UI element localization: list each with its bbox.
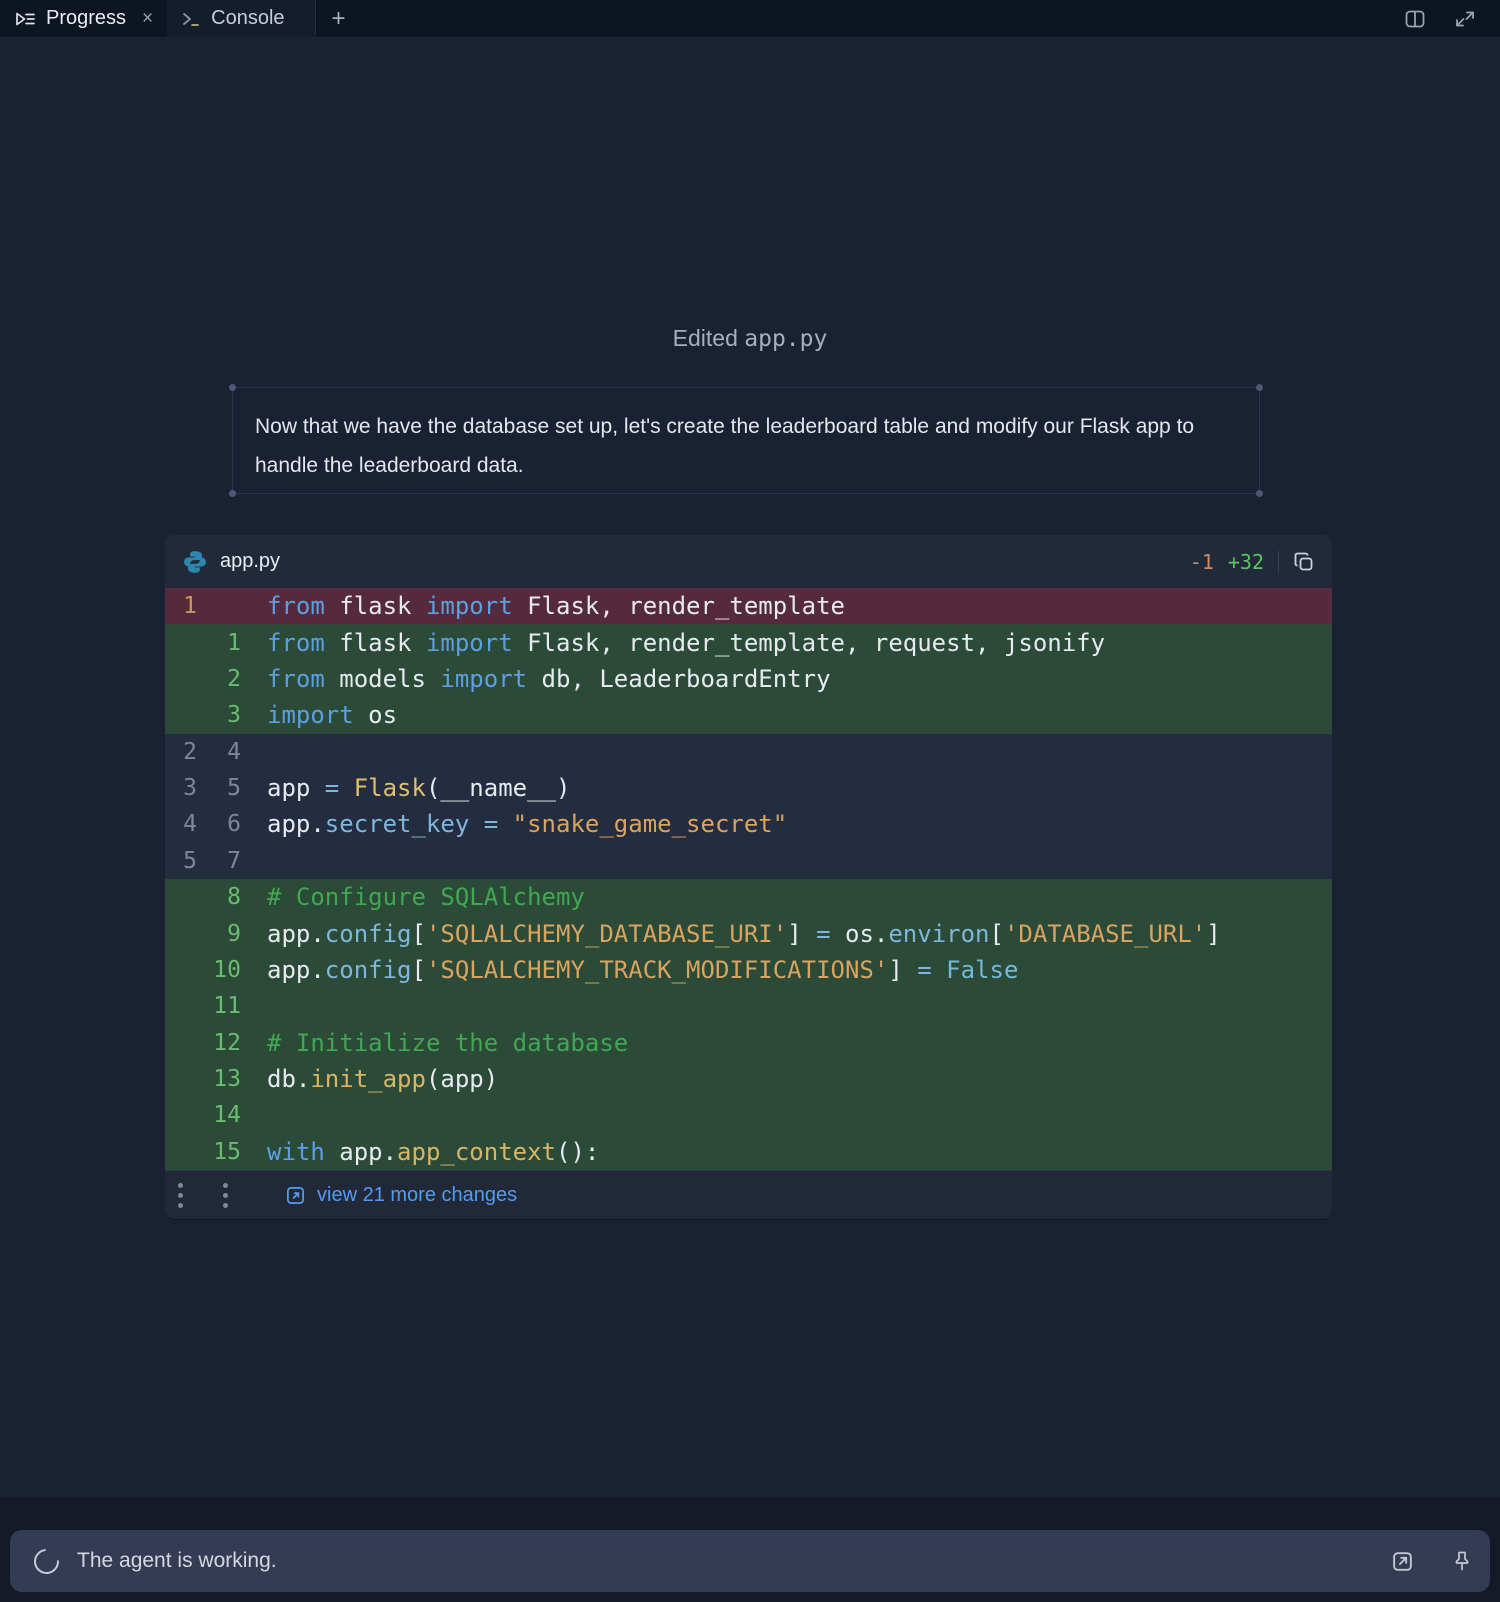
close-icon[interactable]: × <box>142 9 153 28</box>
old-line-number: 4 <box>165 811 197 837</box>
new-line-number: 5 <box>197 775 241 801</box>
code-line: app.config['SQLALCHEMY_DATABASE_URI'] = … <box>267 920 1221 948</box>
additions-count: +32 <box>1228 550 1264 574</box>
view-more-changes-label: view 21 more changes <box>317 1184 517 1207</box>
code-line: import os <box>267 701 397 729</box>
event-title: Edited app.py <box>0 325 1500 352</box>
diff-rows: 1 from flask import Flask, render_templat… <box>165 588 1332 1170</box>
diff-row: 11 <box>165 988 1332 1024</box>
new-line-number: 10 <box>197 957 241 983</box>
terminal-icon <box>181 10 201 28</box>
new-line-number: 6 <box>197 811 241 837</box>
diff-row: 9 app.config['SQLALCHEMY_DATABASE_URI'] =… <box>165 915 1332 951</box>
divider <box>1278 551 1279 573</box>
new-line-number: 11 <box>197 993 241 1019</box>
new-line-number: 9 <box>197 921 241 947</box>
old-line-number: 5 <box>165 848 197 874</box>
agent-message-box: Now that we have the database set up, le… <box>232 387 1260 494</box>
corner-dot <box>229 384 236 391</box>
code-line: with app.app_context(): <box>267 1138 599 1166</box>
new-line-number: 12 <box>197 1030 241 1056</box>
status-bar: The agent is working. <box>10 1530 1490 1592</box>
tab-progress[interactable]: Progress × <box>0 0 167 37</box>
new-line-number: 14 <box>197 1102 241 1128</box>
view-more-changes-link[interactable]: view 21 more changes <box>285 1184 517 1207</box>
event-title-prefix: Edited <box>673 325 745 351</box>
code-line: from models import db, LeaderboardEntry <box>267 665 831 693</box>
more-options-icon <box>178 1183 183 1208</box>
diff-row: 1 from flask import Flask, render_templat… <box>165 624 1332 660</box>
python-icon <box>182 549 208 575</box>
agent-message-text: Now that we have the database set up, le… <box>255 407 1237 485</box>
more-options-icon <box>223 1183 228 1208</box>
diff-filename: app.py <box>220 550 280 573</box>
event-title-filename: app.py <box>744 326 827 352</box>
copy-icon[interactable] <box>1293 551 1315 573</box>
code-line: db.init_app(app) <box>267 1065 498 1093</box>
code-line: app.secret_key = "snake_game_secret" <box>267 810 787 838</box>
diff-row: 15 with app.app_context(): <box>165 1134 1332 1170</box>
diff-row: 8 # Configure SQLAlchemy <box>165 879 1332 915</box>
diff-row: 13 db.init_app(app) <box>165 1061 1332 1097</box>
diff-row: 57 <box>165 843 1332 879</box>
diff-card: app.py -1 +32 1 from flask import Flask, … <box>165 535 1332 1219</box>
split-view-icon[interactable] <box>1404 9 1426 29</box>
tab-bar: Progress × Console + <box>0 0 1500 38</box>
old-line-number: 3 <box>165 775 197 801</box>
new-line-number: 13 <box>197 1066 241 1092</box>
diff-row: 3 import os <box>165 697 1332 733</box>
diff-card-footer: view 21 more changes <box>165 1170 1332 1219</box>
code-line: from flask import Flask, render_template <box>267 592 845 620</box>
spinner-icon <box>29 1543 64 1578</box>
new-tab-button[interactable]: + <box>316 0 362 37</box>
new-line-number: 1 <box>197 630 241 656</box>
diff-row: 1 from flask import Flask, render_templat… <box>165 588 1332 624</box>
diff-row: 2 from models import db, LeaderboardEntry <box>165 661 1332 697</box>
code-line: # Configure SQLAlchemy <box>267 883 585 911</box>
diff-row: 46 app.secret_key = "snake_game_secret" <box>165 806 1332 842</box>
corner-dot <box>1256 490 1263 497</box>
progress-list-icon <box>14 9 36 29</box>
diff-row: 35 app = Flask(__name__) <box>165 770 1332 806</box>
diff-row: 24 <box>165 734 1332 770</box>
new-line-number: 15 <box>197 1139 241 1165</box>
diff-row: 12 # Initialize the database <box>165 1025 1332 1061</box>
new-line-number: 7 <box>197 848 241 874</box>
expand-icon[interactable] <box>1454 9 1476 29</box>
corner-dot <box>229 490 236 497</box>
diff-row: 10 app.config['SQLALCHEMY_TRACK_MODIFICAT… <box>165 952 1332 988</box>
open-external-icon <box>285 1185 306 1206</box>
code-line: # Initialize the database <box>267 1029 628 1057</box>
diff-card-header: app.py -1 +32 <box>165 535 1332 588</box>
old-line-number: 2 <box>165 739 197 765</box>
tab-label: Progress <box>46 7 126 30</box>
open-external-icon[interactable] <box>1391 1550 1414 1573</box>
old-line-number: 1 <box>165 593 197 619</box>
status-text: The agent is working. <box>77 1549 277 1573</box>
code-line: app = Flask(__name__) <box>267 774 570 802</box>
new-line-number: 2 <box>197 666 241 692</box>
code-line: app.config['SQLALCHEMY_TRACK_MODIFICATIO… <box>267 956 1018 984</box>
pin-icon[interactable] <box>1452 1550 1472 1572</box>
diff-row: 14 <box>165 1097 1332 1133</box>
new-line-number: 4 <box>197 739 241 765</box>
new-line-number: 3 <box>197 702 241 728</box>
code-line: from flask import Flask, render_template… <box>267 629 1105 657</box>
tab-console[interactable]: Console <box>167 0 315 37</box>
new-line-number: 8 <box>197 884 241 910</box>
tab-label: Console <box>211 7 284 30</box>
corner-dot <box>1256 384 1263 391</box>
removals-count: -1 <box>1190 550 1214 574</box>
